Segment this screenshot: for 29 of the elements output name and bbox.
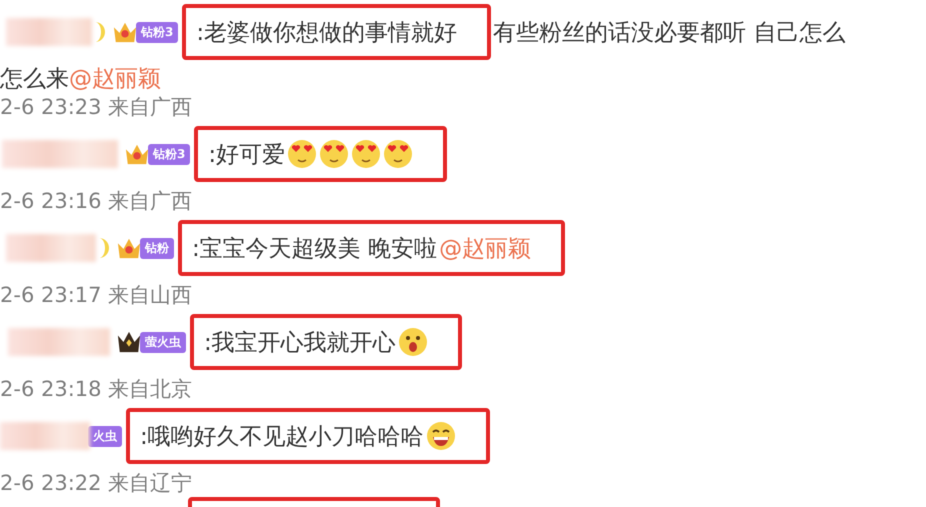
- comment-text: :我宝开心我就开心: [204, 328, 396, 358]
- fan-badge: 钻粉3: [148, 144, 190, 164]
- heart-eyes-emoji-icon: [383, 139, 414, 169]
- heart-eyes-emoji-icon: [287, 139, 318, 169]
- comment-time: 2-6 23:18 来自北京: [0, 376, 194, 403]
- mention-link[interactable]: @赵丽颖: [439, 232, 532, 264]
- crown-icon: [124, 142, 150, 166]
- laughing-emoji-icon: [426, 421, 456, 451]
- comment-text: :哦哟好久不见赵小刀哈哈哈: [140, 422, 424, 452]
- comment-time: 2-6 23:23 来自广西: [0, 94, 194, 121]
- crown-icon: [112, 20, 138, 44]
- heart-eyes-emoji-icon: [351, 139, 382, 169]
- comment-text: 有些粉丝的话没必要都听 自己怎么: [493, 18, 846, 48]
- fan-badge: 钻粉: [140, 238, 174, 258]
- fan-badge: 萤火虫: [140, 332, 186, 352]
- comment-text: 怎么来: [0, 64, 69, 94]
- fan-badge: 钻粉3: [136, 22, 178, 42]
- comment-text: :好可爱: [208, 140, 286, 170]
- comment-time: 2-6 23:16 来自广西: [0, 188, 194, 215]
- comment-text: :老婆做你想做的事情就好: [196, 18, 458, 48]
- comment-time: 2-6 23:17 来自山西: [0, 282, 194, 309]
- crown-icon: [116, 330, 142, 354]
- fan-badge: 火虫: [88, 426, 122, 446]
- heart-eyes-emoji-icon: [319, 139, 350, 169]
- comment-time: 2-6 23:22 来自辽宁: [0, 470, 194, 497]
- surprised-emoji-icon: [398, 327, 428, 357]
- mention-link[interactable]: @赵丽颖: [69, 62, 161, 94]
- comment-text: :宝宝今天超级美 晚安啦: [192, 234, 438, 264]
- crown-icon: [116, 236, 142, 260]
